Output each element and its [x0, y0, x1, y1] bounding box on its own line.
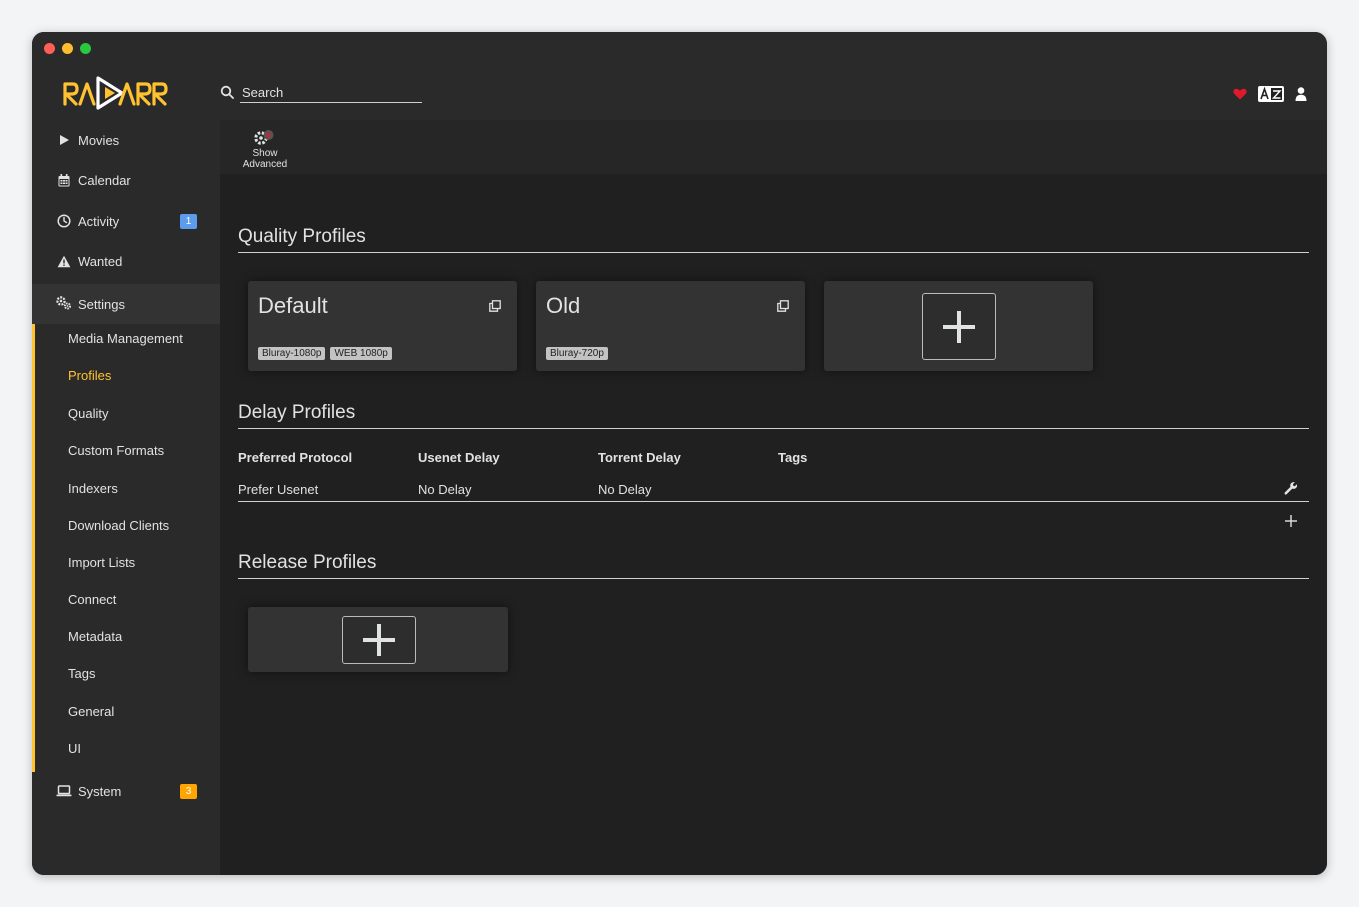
heart-icon[interactable]	[1233, 85, 1247, 103]
header-actions	[1233, 85, 1307, 103]
column-header-preferred-protocol: Preferred Protocol	[238, 450, 353, 465]
sidebar-subitem-quality[interactable]: Quality	[68, 406, 108, 421]
profile-tags: Bluray-720p	[546, 347, 608, 360]
sidebar-item-movies[interactable]: Movies	[32, 120, 220, 160]
app-window: Movies Calendar Activity 1 Wanted	[32, 32, 1327, 875]
radarr-logo[interactable]	[62, 72, 174, 112]
plus-icon	[363, 624, 395, 656]
column-header-torrent-delay: Torrent Delay	[598, 450, 681, 465]
close-window-button[interactable]	[44, 43, 55, 54]
quality-tag: WEB 1080p	[330, 347, 392, 360]
add-quality-profile-button[interactable]	[922, 293, 996, 360]
sidebar-item-label: Movies	[78, 132, 120, 148]
title-bar	[32, 32, 1327, 68]
release-profiles-heading: Release Profiles	[238, 552, 377, 573]
maximize-window-button[interactable]	[80, 43, 91, 54]
sidebar-subitem-tags[interactable]: Tags	[68, 666, 95, 681]
sidebar-subitem-connect[interactable]: Connect	[68, 592, 116, 607]
add-quality-profile-card[interactable]	[824, 281, 1093, 371]
section-divider	[238, 578, 1309, 579]
wrench-icon[interactable]	[1284, 481, 1298, 495]
show-advanced-label-line1: Show	[252, 148, 278, 159]
sidebar-subitem-download-clients[interactable]: Download Clients	[68, 518, 169, 533]
quality-profile-card-old[interactable]: Old Bluray-720p	[536, 281, 805, 371]
sidebar-item-label: System	[78, 783, 122, 799]
sidebar-item-calendar[interactable]: Calendar	[32, 160, 220, 200]
activity-count-badge: 1	[180, 213, 197, 229]
clock-icon	[56, 213, 72, 229]
translate-icon[interactable]	[1257, 85, 1285, 103]
main-content: Show Advanced Quality Profiles Default B…	[220, 120, 1327, 875]
column-header-usenet-delay: Usenet Delay	[418, 450, 500, 465]
cell-torrent-delay: No Delay	[598, 482, 652, 497]
sidebar-item-label: Settings	[78, 297, 125, 312]
sidebar-subitem-metadata[interactable]: Metadata	[68, 629, 122, 644]
sidebar-item-label: Activity	[78, 213, 120, 229]
clone-icon[interactable]	[489, 300, 501, 312]
add-delay-profile-button[interactable]	[1285, 514, 1297, 527]
section-divider	[238, 428, 1309, 429]
play-icon	[56, 132, 72, 148]
cell-usenet-delay: No Delay	[418, 482, 472, 497]
profile-tags: Bluray-1080p WEB 1080p	[258, 347, 392, 360]
sidebar-item-label: Calendar	[78, 172, 131, 188]
warning-icon	[56, 253, 72, 269]
profile-name: Old	[546, 293, 581, 318]
sidebar-subitem-import-lists[interactable]: Import Lists	[68, 555, 135, 570]
quality-profile-card-default[interactable]: Default Bluray-1080p WEB 1080p	[248, 281, 517, 371]
search-input[interactable]	[240, 82, 422, 103]
laptop-icon	[56, 783, 72, 799]
section-divider	[238, 252, 1309, 253]
sidebar-subitem-media-management[interactable]: Media Management	[68, 331, 183, 346]
minimize-window-button[interactable]	[62, 43, 73, 54]
sidebar-item-system[interactable]: System 3	[32, 771, 220, 811]
quality-tag: Bluray-720p	[546, 347, 608, 360]
sidebar-subitem-profiles[interactable]: Profiles	[68, 368, 111, 383]
add-release-profile-card[interactable]	[248, 607, 508, 672]
sidebar-item-label: Wanted	[78, 253, 123, 269]
sidebar: Movies Calendar Activity 1 Wanted Settin…	[32, 120, 220, 875]
page-toolbar: Show Advanced	[220, 120, 1327, 174]
quality-profiles-heading: Quality Profiles	[238, 226, 366, 247]
sidebar-subitem-ui[interactable]: UI	[68, 741, 81, 756]
profile-name: Default	[258, 293, 328, 318]
plus-icon	[943, 310, 975, 343]
search-bar	[220, 82, 422, 104]
search-icon	[220, 85, 234, 99]
column-header-tags: Tags	[778, 450, 808, 465]
settings-section: Settings Media Management Profiles Quali…	[32, 284, 220, 772]
cell-preferred-protocol: Prefer Usenet	[238, 482, 319, 497]
add-release-profile-button[interactable]	[342, 616, 416, 664]
row-divider	[238, 501, 1309, 502]
show-advanced-button[interactable]: Show Advanced	[234, 126, 296, 172]
sidebar-subitem-custom-formats[interactable]: Custom Formats	[68, 443, 164, 458]
quality-tag: Bluray-1080p	[258, 347, 326, 360]
system-count-badge: 3	[180, 783, 197, 799]
clone-icon[interactable]	[777, 300, 789, 312]
sidebar-item-activity[interactable]: Activity 1	[32, 201, 220, 241]
delay-profiles-heading: Delay Profiles	[238, 402, 356, 423]
plus-icon	[1285, 515, 1297, 527]
show-advanced-label-line2: Advanced	[242, 159, 288, 170]
sidebar-subitem-general[interactable]: General	[68, 704, 114, 719]
page-header	[32, 68, 1327, 120]
calendar-icon	[56, 172, 72, 188]
advanced-settings-icon	[234, 126, 296, 148]
sidebar-item-wanted[interactable]: Wanted	[32, 241, 220, 281]
sidebar-item-settings[interactable]: Settings	[32, 284, 220, 324]
gears-icon	[56, 296, 72, 312]
user-icon[interactable]	[1295, 85, 1307, 103]
sidebar-subitem-indexers[interactable]: Indexers	[68, 481, 118, 496]
